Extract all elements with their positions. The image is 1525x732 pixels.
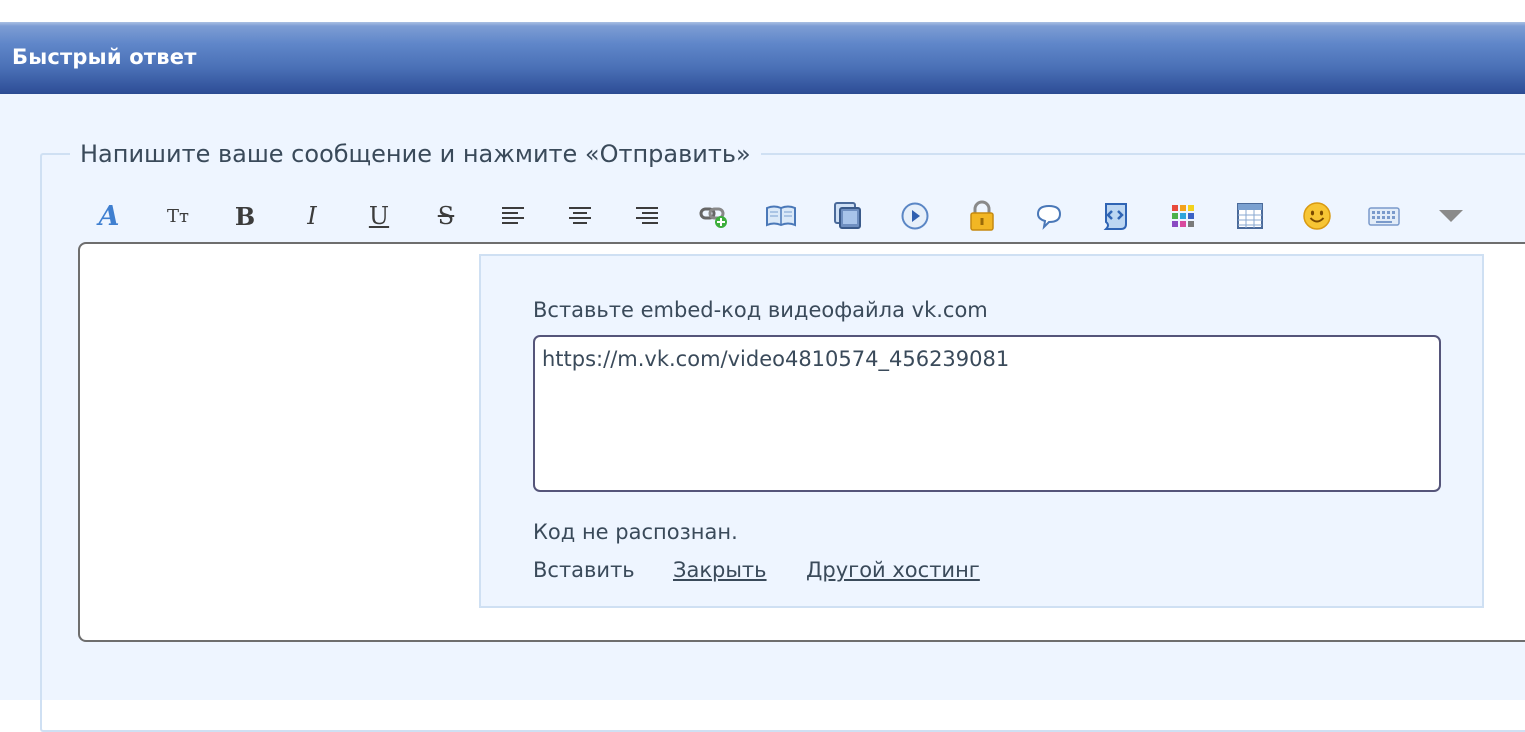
align-right-button[interactable] [630, 196, 664, 236]
keyboard-icon [1368, 207, 1400, 226]
status-message: Код не распознан. [533, 520, 738, 544]
speech-bubble-icon [1036, 204, 1062, 230]
italic-icon: I [307, 202, 317, 230]
hide-content-button[interactable] [965, 196, 999, 236]
align-center-button[interactable] [563, 196, 597, 236]
virtual-keyboard-button[interactable] [1367, 196, 1401, 236]
fieldset-legend: Напишите ваше сообщение и нажмите «Отпра… [80, 140, 751, 168]
other-hosting-link[interactable]: Другой хостинг [806, 558, 980, 582]
font-color-button[interactable]: A [92, 196, 126, 236]
insert-video-button[interactable] [898, 196, 932, 236]
link-add-icon [699, 207, 727, 228]
close-link[interactable]: Закрыть [673, 558, 767, 582]
chevron-down-icon [1439, 210, 1463, 222]
script-icon [1103, 203, 1127, 230]
top-spacer [0, 0, 1525, 22]
align-center-icon [569, 207, 591, 224]
embed-code-input[interactable]: https://m.vk.com/video4810574_456239081 [533, 335, 1441, 492]
underline-icon: U [368, 202, 390, 230]
insert-image-button[interactable] [831, 196, 865, 236]
quick-reply-header: Быстрый ответ [0, 22, 1525, 94]
insert-smiley-button[interactable] [1300, 196, 1334, 236]
lock-icon [970, 200, 994, 231]
insert-mosaic-button[interactable] [1166, 196, 1200, 236]
more-tools-button[interactable] [1434, 196, 1468, 236]
book-icon [766, 205, 796, 227]
smiley-icon [1303, 202, 1331, 230]
insert-table-button[interactable] [1233, 196, 1267, 236]
align-left-button[interactable] [496, 196, 530, 236]
embed-prompt-label: Вставьте embed-код видеофайла vk.com [533, 298, 988, 322]
video-embed-popup: Вставьте embed-код видеофайла vk.com htt… [479, 254, 1484, 608]
align-right-icon [636, 207, 658, 224]
play-icon [901, 202, 929, 230]
italic-button[interactable]: I [295, 196, 329, 236]
header-title: Быстрый ответ [12, 45, 197, 69]
insert-button[interactable]: Вставить [533, 558, 635, 582]
align-left-icon [502, 207, 524, 224]
editor-toolbar: A Tт B I U S [92, 196, 1492, 236]
spoiler-button[interactable] [1032, 196, 1066, 236]
font-size-button[interactable]: Tт [161, 196, 195, 236]
image-gallery-icon [834, 202, 861, 229]
bold-button[interactable]: B [228, 196, 262, 236]
font-size-icon: Tт [167, 205, 189, 227]
insert-code-button[interactable] [1099, 196, 1133, 236]
underline-button[interactable]: U [362, 196, 396, 236]
font-color-icon: A [98, 200, 120, 232]
bold-icon: B [234, 201, 256, 231]
color-grid-icon [1172, 205, 1194, 227]
table-icon [1237, 203, 1263, 229]
strikethrough-button[interactable]: S [429, 196, 463, 236]
insert-quote-button[interactable] [764, 196, 798, 236]
insert-link-button[interactable] [697, 196, 731, 236]
strikethrough-icon: S [437, 202, 455, 230]
